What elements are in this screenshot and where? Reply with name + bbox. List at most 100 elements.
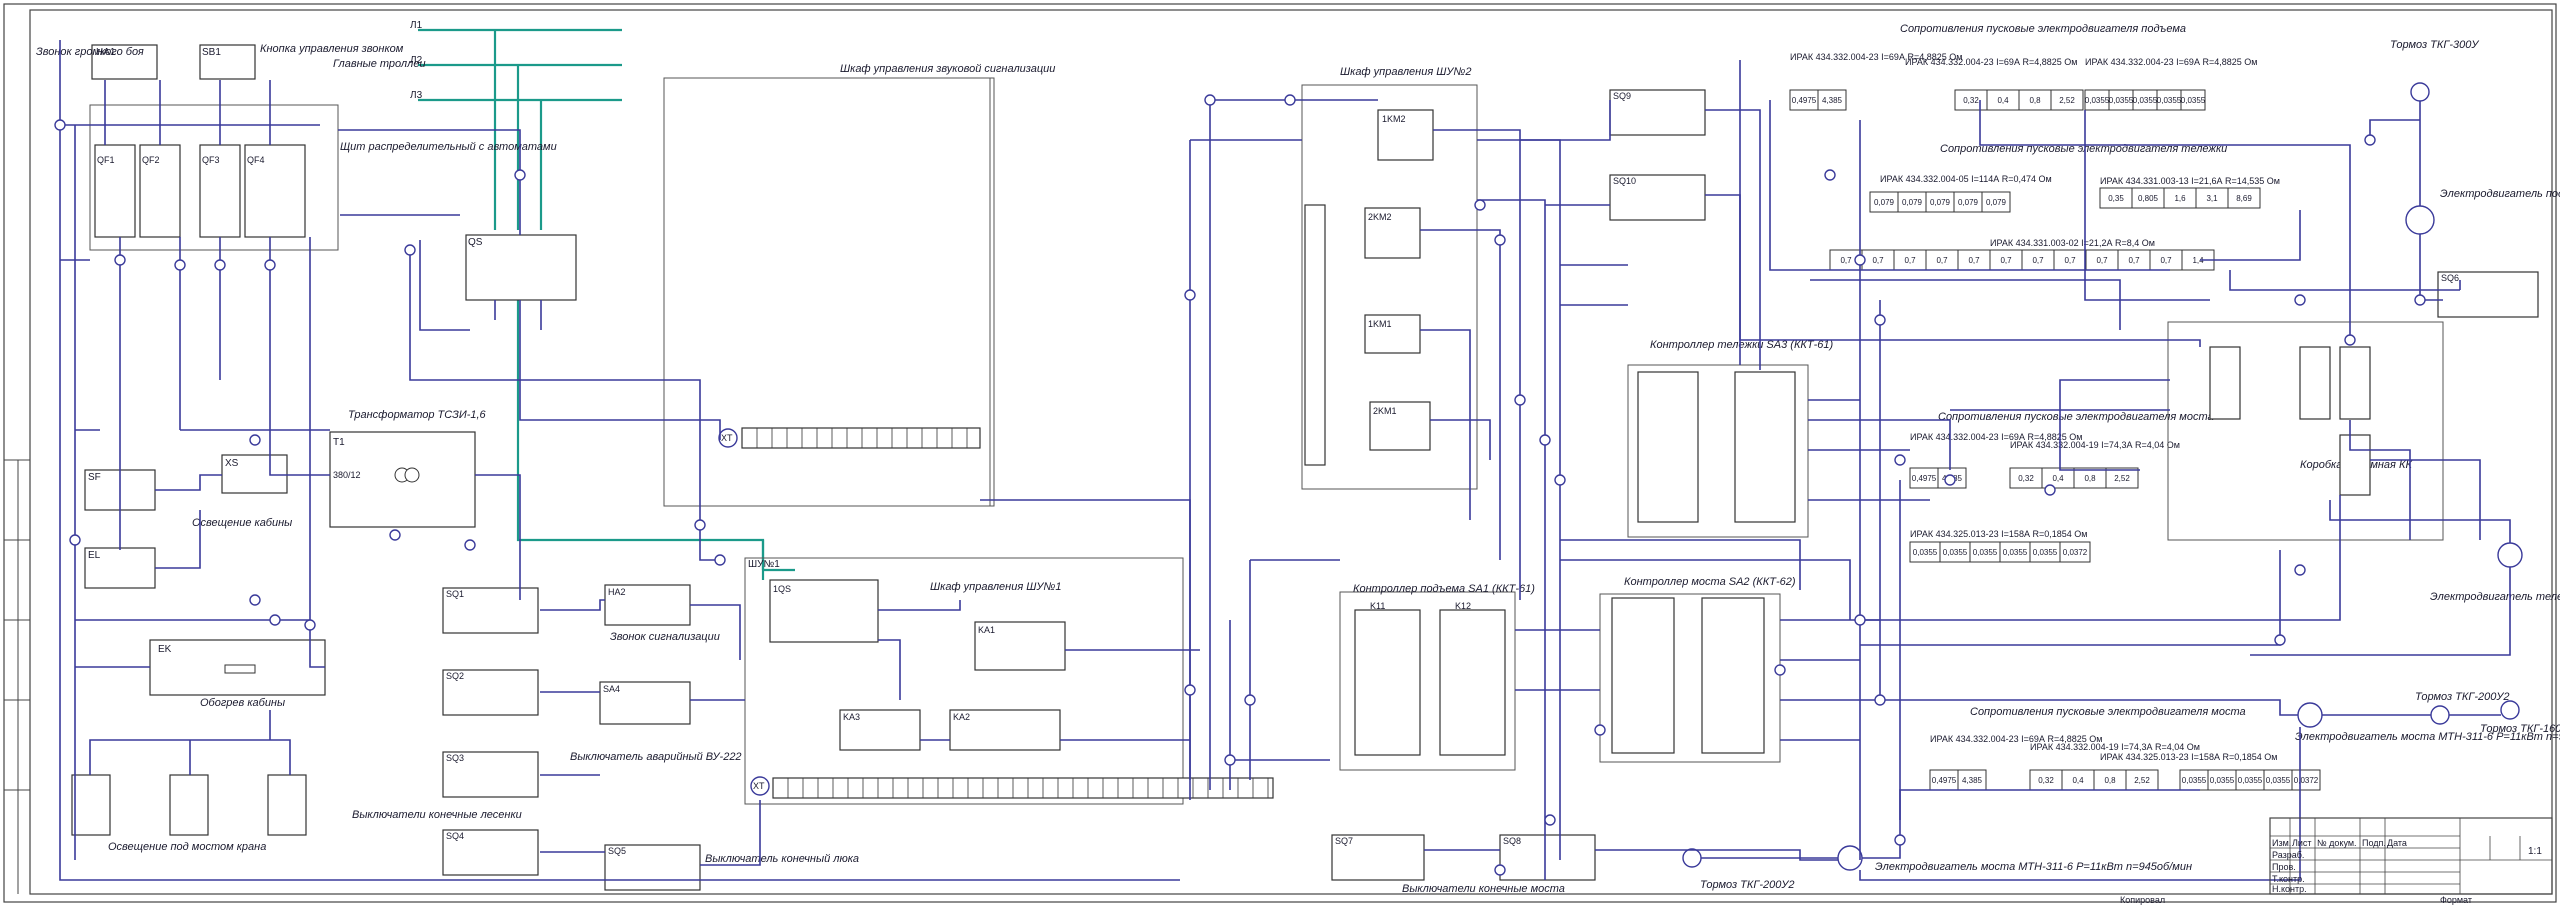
resistor-cell-value: 3,1 (2206, 194, 2218, 203)
res-trolley-spec3: ИРАК 434.331.003-02 I=21,2А R=8,4 Ом (1990, 238, 2155, 248)
resistor-cell-value: 0,32 (2018, 474, 2034, 483)
resistor-cell-value: 0,4 (2052, 474, 2064, 483)
shu2-terminal-column (1304, 204, 1326, 466)
motor-bridge-1-label: Электродвигатель моста МТН-311-6 Р=11кВт… (1875, 861, 2192, 873)
brake-tkg200-left (1682, 848, 1702, 868)
wire-node (69, 534, 81, 546)
motor-lift-label: Электродвигатель подъема МТМ-225L8 Р=37к… (2440, 188, 2560, 200)
ka3-tag: KA3 (843, 712, 860, 722)
resistor-cell-value: 0,8 (2084, 474, 2096, 483)
heater-label: Обогрев кабины (200, 697, 285, 709)
motor-trolley-label: Электродвигатель тележки МТМ-225L8 Р=37к… (2430, 591, 2560, 603)
qf3-tag: QF3 (202, 155, 220, 165)
res-bridge2-spec2: ИРАК 434.332.004-19 I=74,3А R=4,04 Ом (2030, 742, 2200, 752)
button-sb1-tag: SB1 (202, 47, 221, 58)
wire-node (1224, 754, 1236, 766)
resistor-cell-value: 0,32 (2038, 776, 2054, 785)
ladder-switches: SQ1 SQ2 SQ3 SQ4 (442, 587, 539, 876)
resistor-cell-value: 0,079 (1902, 198, 1923, 207)
brake-tkg300-label: Тормоз ТКГ-300У (2390, 39, 2479, 51)
sq4-tag: SQ4 (446, 831, 464, 841)
wire-node (404, 244, 416, 256)
wire-node (2274, 634, 2286, 646)
resistor-cell-value: 0,4975 (1932, 776, 1957, 785)
resistor-cell-value: 0,8 (2029, 96, 2041, 105)
wire-node (1854, 614, 1866, 626)
wire-node (1244, 694, 1256, 706)
resistor-cell-value: 0,7 (1904, 256, 1916, 265)
controller-sa1-label: Контроллер подъема SA1 (ККТ-61) (1353, 583, 1535, 595)
stamp-field-razrab: Разраб. (2272, 850, 2304, 860)
resistor-cell-value: 0,0355 (2133, 96, 2158, 105)
sq5-tag: SQ5 (608, 846, 626, 856)
wire-node (1594, 724, 1606, 736)
wire-node (694, 519, 706, 531)
resistor-cell-value: 0,4975 (1912, 474, 1937, 483)
transformer-label: Трансформатор ТСЗИ-1,6 (348, 409, 487, 421)
motor-bridge-1 (1837, 845, 1863, 871)
resistor-cell-value: 0,0355 (2109, 96, 2134, 105)
wire-node (2344, 334, 2356, 346)
bridge-light-3 (267, 774, 307, 836)
res-trolley-spec2: ИРАК 434.331.003-13 I=21,6А R=14,535 Ом (2100, 176, 2280, 186)
stamp-field-date: Дата (2387, 838, 2407, 848)
sq3-tag: SQ3 (446, 753, 464, 763)
wire-node (1539, 434, 1551, 446)
sa4-tag: SA4 (603, 684, 620, 694)
bridge-light-label: Освещение под мостом крана (108, 841, 266, 853)
stamp-scale: 1:1 (2528, 846, 2542, 857)
wire-node (269, 614, 281, 626)
resistor-cell-value: 0,32 (1963, 96, 1979, 105)
resistor-cell-value: 0,7 (2128, 256, 2140, 265)
res-trolley-spec1: ИРАК 434.332.004-05 I=114А R=0,474 Ом (1880, 174, 2052, 184)
wire-node (514, 169, 526, 181)
ka1-tag: KA1 (978, 625, 995, 635)
resistor-cell-value: 0,0355 (2182, 776, 2207, 785)
trolleys-label: Главные троллеи (333, 58, 426, 70)
2km2-tag: 2KM2 (1368, 212, 1392, 222)
wire-node (1944, 474, 1956, 486)
sf-tag: SF (88, 472, 101, 483)
res-lift-spec3: ИРАК 434.332.004-23 I=69А R=4,8825 Ом (2085, 57, 2257, 67)
resistor-cell-value: 2,52 (2059, 96, 2075, 105)
resistor-cell-value: 0,0355 (2033, 548, 2058, 557)
sq1-tag: SQ1 (446, 589, 464, 599)
resistor-cell-value: 0,079 (1958, 198, 1979, 207)
sq8-tag: SQ8 (1503, 836, 1521, 846)
wire-node (1184, 684, 1196, 696)
wire-node (1824, 169, 1836, 181)
button-label: Кнопка управления звонком (260, 43, 404, 55)
wire-node (2294, 564, 2306, 576)
resistor-cell-value: 0,4 (1997, 96, 2009, 105)
sq6-tag: SQ6 (2441, 273, 2459, 283)
ha2-tag: HA2 (608, 587, 626, 597)
resistor-cell-value: 0,7 (1872, 256, 1884, 265)
shu1-title: Шкаф управления ШУ№1 (930, 581, 1061, 593)
wire-node (1184, 289, 1196, 301)
motor-bridge-2 (2297, 702, 2323, 728)
brake-tkg300 (2410, 82, 2430, 102)
bell-label: Звонок громкого боя (36, 46, 144, 58)
res-lift-title: Сопротивления пусковые электродвигателя … (1900, 23, 2186, 35)
sq7-tag: SQ7 (1335, 836, 1353, 846)
stamp-format: Формат (2440, 895, 2472, 905)
stamp-copied: Копировал (2120, 895, 2165, 905)
resistor-cell-value: 0,7 (2032, 256, 2044, 265)
motor-trolley (2497, 542, 2523, 568)
controller-sa2-label: Контроллер моста SA2 (ККТ-62) (1624, 576, 1796, 588)
resistor-cell-value: 0,0355 (2238, 776, 2263, 785)
qf4-tag: QF4 (247, 155, 265, 165)
ka2-tag: KA2 (953, 712, 970, 722)
resistor-cell-value: 0,35 (2108, 194, 2124, 203)
resistor-cell-value: 0,079 (1930, 198, 1951, 207)
main-switch-qs (465, 234, 577, 301)
wire-node (264, 259, 276, 271)
k11-tag: K11 (1370, 601, 1385, 611)
resistor-cell-value: 0,0355 (2210, 776, 2235, 785)
bridge-light-1 (71, 774, 111, 836)
wire-node (1494, 864, 1506, 876)
resistor-cell-value: 0,7 (2160, 256, 2172, 265)
wire-node (2364, 134, 2376, 146)
wire-node (249, 434, 261, 446)
resistor-cell-value: 8,69 (2236, 194, 2252, 203)
